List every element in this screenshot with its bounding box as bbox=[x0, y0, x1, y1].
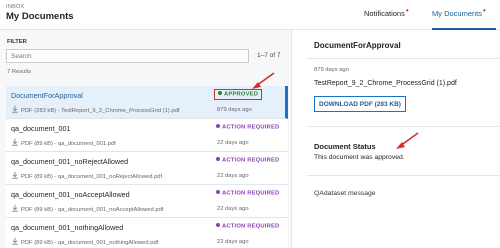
status-dot-icon bbox=[216, 223, 220, 227]
tab-notifications-label: Notifications bbox=[364, 9, 405, 18]
document-title: DocumentForApproval bbox=[11, 91, 83, 100]
document-title: qa_document_001_nothingAllowed bbox=[11, 223, 124, 232]
annotation-arrow-icon bbox=[252, 72, 275, 89]
document-time: 879 days ago bbox=[217, 107, 252, 113]
document-title: qa_document_001 bbox=[11, 124, 71, 133]
divider bbox=[307, 58, 500, 59]
annotation-arrow-icon bbox=[396, 132, 419, 149]
document-list-panel: FILTER 1–7 of 7 7 Results DocumentForApp… bbox=[0, 30, 292, 248]
download-icon bbox=[12, 204, 18, 212]
document-list: DocumentForApproval PDF (283 kB) - TestR… bbox=[6, 86, 288, 248]
document-file-info: PDF (89 kB) - qa_document_001.pdf bbox=[11, 138, 116, 147]
status-dot-icon bbox=[216, 190, 220, 194]
status-dot-icon bbox=[218, 91, 222, 95]
inbox-kicker: INBOX bbox=[6, 4, 25, 10]
status-badge: ACTION REQUIRED bbox=[216, 157, 279, 164]
download-icon bbox=[12, 105, 18, 113]
pagination-count: 1–7 of 7 bbox=[257, 52, 281, 59]
detail-time: 879 days ago bbox=[314, 67, 349, 73]
document-file-info: PDF (89 kB) - qa_document_001_noRejectAl… bbox=[11, 171, 162, 180]
detail-title: DocumentForApproval bbox=[314, 41, 401, 50]
results-count: 7 Results bbox=[7, 69, 32, 75]
status-badge: ACTION REQUIRED bbox=[216, 223, 279, 230]
download-icon bbox=[12, 138, 18, 146]
app-header: INBOX My Documents Notifications• My Doc… bbox=[0, 0, 500, 30]
notification-dot-icon: • bbox=[405, 6, 409, 15]
document-file-label: PDF (89 kB) - qa_document_001_nothingAll… bbox=[21, 240, 159, 246]
document-file-info: PDF (89 kB) - qa_document_001_noAcceptAl… bbox=[11, 204, 163, 213]
document-file-label: PDF (283 kB) - TestReport_9_2_Chrome_Pro… bbox=[21, 108, 180, 114]
message-text: QAdataset message bbox=[314, 190, 376, 197]
document-status-text: This document was approved. bbox=[314, 154, 405, 161]
document-time: 22 days ago bbox=[217, 173, 249, 179]
document-time: 22 days ago bbox=[217, 239, 249, 245]
page-title: My Documents bbox=[6, 11, 74, 22]
document-item[interactable]: qa_document_001_nothingAllowed PDF (89 k… bbox=[6, 218, 288, 248]
document-item[interactable]: qa_document_001_noRejectAllowed PDF (89 … bbox=[6, 152, 288, 185]
notification-dot-icon: • bbox=[483, 6, 486, 15]
document-file-info: PDF (283 kB) - TestReport_9_2_Chrome_Pro… bbox=[11, 105, 179, 114]
download-pdf-button[interactable]: DOWNLOAD PDF (283 KB) bbox=[314, 96, 406, 112]
status-dot-icon bbox=[216, 157, 220, 161]
document-file-info: PDF (89 kB) - qa_document_001_nothingAll… bbox=[11, 237, 158, 246]
status-dot-icon bbox=[216, 124, 220, 128]
document-item[interactable]: qa_document_001 PDF (89 kB) - qa_documen… bbox=[6, 119, 288, 152]
document-time: 22 days ago bbox=[217, 206, 249, 212]
document-file-label: PDF (89 kB) - qa_document_001.pdf bbox=[21, 141, 116, 147]
document-file-label: PDF (89 kB) - qa_document_001_noAcceptAl… bbox=[21, 207, 164, 213]
download-icon bbox=[12, 237, 18, 245]
document-title: qa_document_001_noRejectAllowed bbox=[11, 157, 129, 166]
document-title: qa_document_001_noAcceptAllowed bbox=[11, 190, 130, 199]
tab-my-documents[interactable]: My Documents• bbox=[432, 6, 496, 30]
document-item[interactable]: qa_document_001_noAcceptAllowed PDF (89 … bbox=[6, 185, 288, 218]
tab-my-documents-label: My Documents bbox=[432, 9, 483, 18]
download-icon bbox=[12, 171, 18, 179]
status-badge: ACTION REQUIRED bbox=[216, 124, 279, 131]
filter-label: FILTER bbox=[7, 39, 27, 45]
document-status-heading: Document Status bbox=[314, 142, 376, 151]
document-time: 22 days ago bbox=[217, 140, 249, 146]
status-badge: ACTION REQUIRED bbox=[216, 190, 279, 197]
divider bbox=[307, 175, 500, 176]
divider bbox=[307, 126, 500, 127]
detail-file-name: TestReport_9_2_Chrome_ProcessGrid (1).pd… bbox=[314, 80, 457, 87]
document-item[interactable]: DocumentForApproval PDF (283 kB) - TestR… bbox=[6, 86, 288, 119]
search-input[interactable] bbox=[6, 49, 249, 63]
tab-notifications[interactable]: Notifications• bbox=[364, 6, 409, 30]
document-file-label: PDF (89 kB) - qa_document_001_noRejectAl… bbox=[21, 174, 163, 180]
